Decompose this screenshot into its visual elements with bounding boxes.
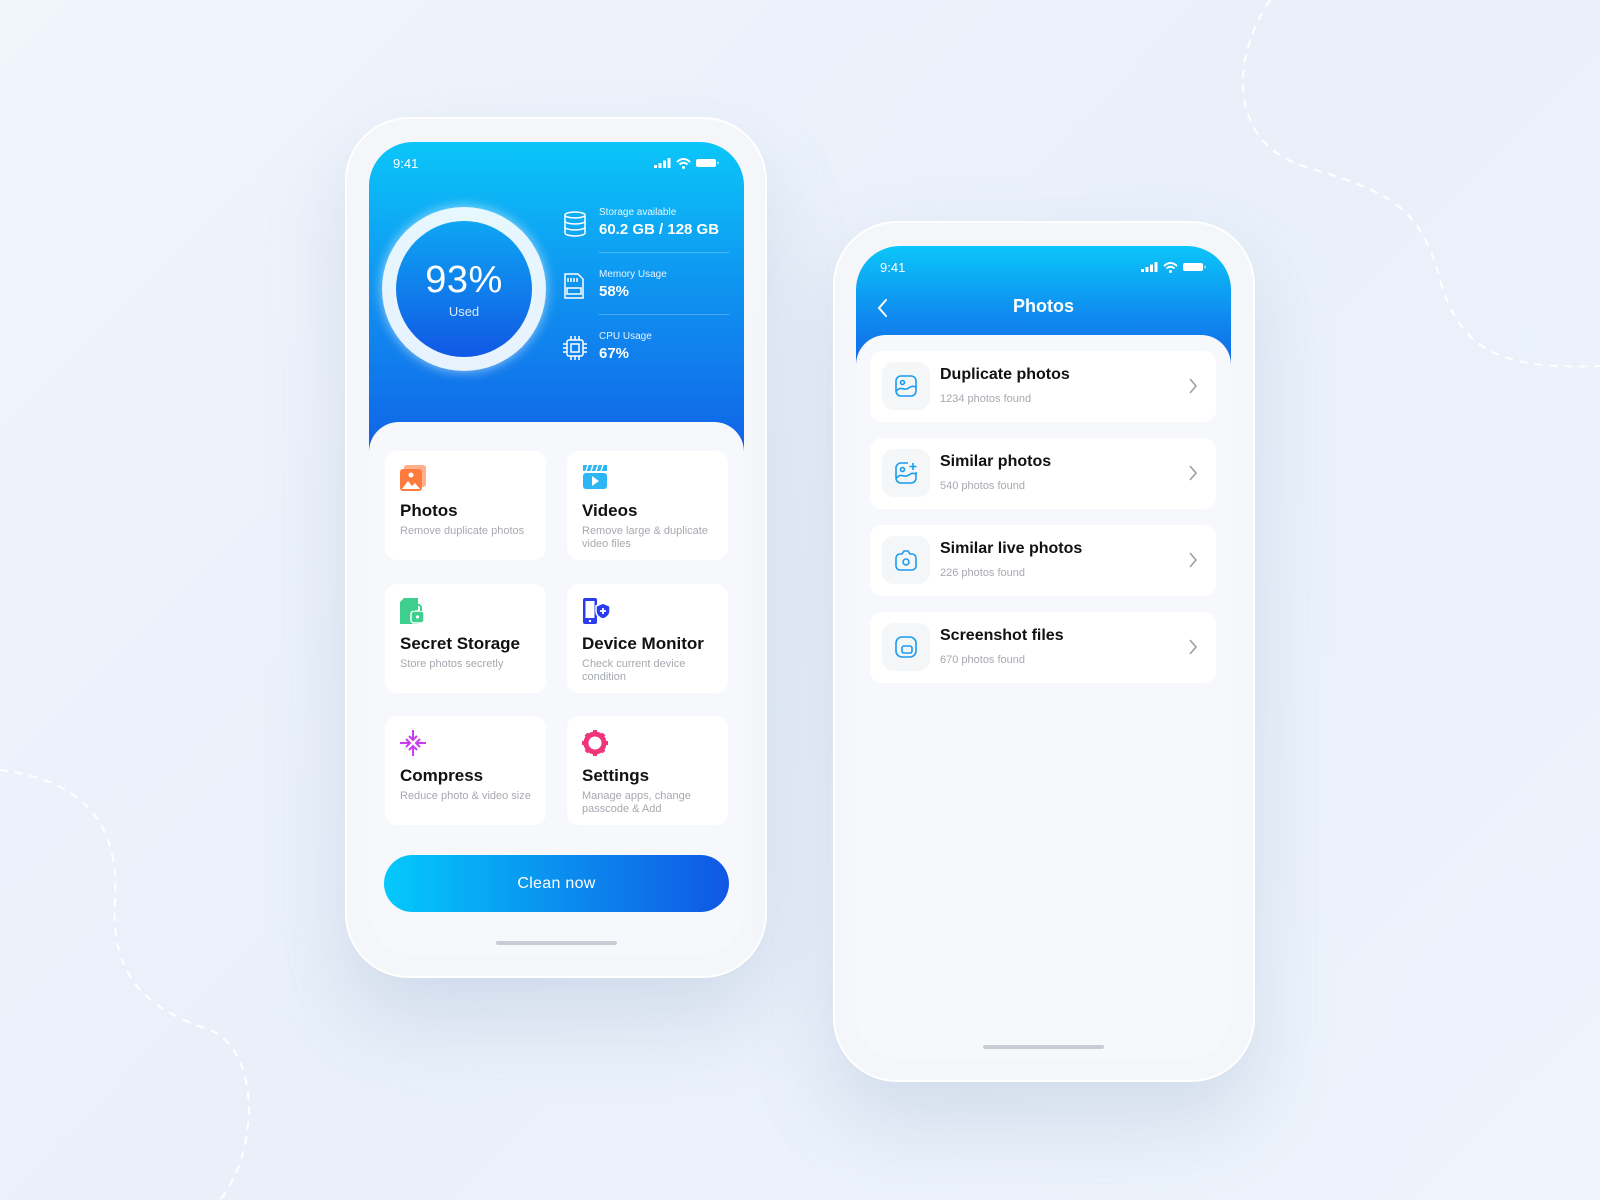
locked-file-icon [400, 598, 425, 624]
clean-now-button[interactable]: Clean now [384, 855, 729, 912]
compress-arrows-icon [400, 730, 426, 756]
storage-usage-ring: 93% Used [382, 207, 546, 371]
screenshot-icon [895, 636, 917, 658]
usage-percent: 93% [425, 259, 503, 301]
divider [599, 252, 729, 253]
camera-icon [895, 550, 917, 571]
battery-icon [696, 159, 719, 167]
status-time: 9:41 [880, 259, 906, 275]
status-bar: 9:41 [880, 258, 1207, 276]
photos-screen: 9:41 Photos Duplicate photos 1234 photos… [856, 246, 1231, 1058]
image-plus-icon [895, 462, 917, 484]
chevron-right-icon [1189, 552, 1198, 568]
home-screen: 9:41 93% Used Storage available 60.2 GB … [369, 142, 744, 954]
video-clapper-icon [583, 465, 607, 489]
decorative-dashed-curves [0, 0, 1600, 1200]
list-item-similar-live-photos[interactable]: Similar live photos 226 photos found [870, 525, 1216, 596]
signal-icon [1141, 262, 1158, 272]
photos-icon [400, 465, 426, 491]
home-header: 9:41 93% Used Storage available 60.2 GB … [369, 142, 744, 462]
home-indicator [983, 1045, 1104, 1049]
page-title: Photos [1013, 296, 1074, 316]
database-icon [564, 211, 586, 237]
home-indicator [496, 941, 617, 945]
feature-card-compress[interactable]: Compress Reduce photo & video size [385, 716, 546, 825]
device-shield-icon [583, 598, 611, 624]
list-item-similar-photos[interactable]: Similar photos 540 photos found [870, 438, 1216, 509]
wifi-icon [1163, 261, 1178, 273]
memory-card-icon [564, 273, 584, 299]
feature-card-secret-storage[interactable]: Secret Storage Store photos secretly [385, 584, 546, 693]
usage-label: Used [448, 304, 480, 319]
feature-card-photos[interactable]: Photos Remove duplicate photos [385, 451, 546, 560]
feature-card-videos[interactable]: Videos Remove large & duplicate video fi… [567, 451, 728, 560]
gear-icon [582, 730, 608, 756]
chevron-right-icon [1189, 639, 1198, 655]
image-icon [895, 375, 917, 397]
wifi-icon [676, 157, 691, 169]
chevron-right-icon [1189, 465, 1198, 481]
status-time: 9:41 [393, 155, 419, 171]
feature-card-device-monitor[interactable]: Device Monitor Check current device cond… [567, 584, 728, 693]
divider [599, 314, 729, 315]
battery-icon [1183, 263, 1206, 271]
cpu-icon [563, 336, 587, 360]
chevron-right-icon [1189, 378, 1198, 394]
list-item-duplicate-photos[interactable]: Duplicate photos 1234 photos found [870, 351, 1216, 422]
signal-icon [654, 158, 671, 168]
list-item-screenshot-files[interactable]: Screenshot files 670 photos found [870, 612, 1216, 683]
feature-card-settings[interactable]: Settings Manage apps, change passcode & … [567, 716, 728, 825]
status-bar: 9:41 [393, 154, 720, 172]
